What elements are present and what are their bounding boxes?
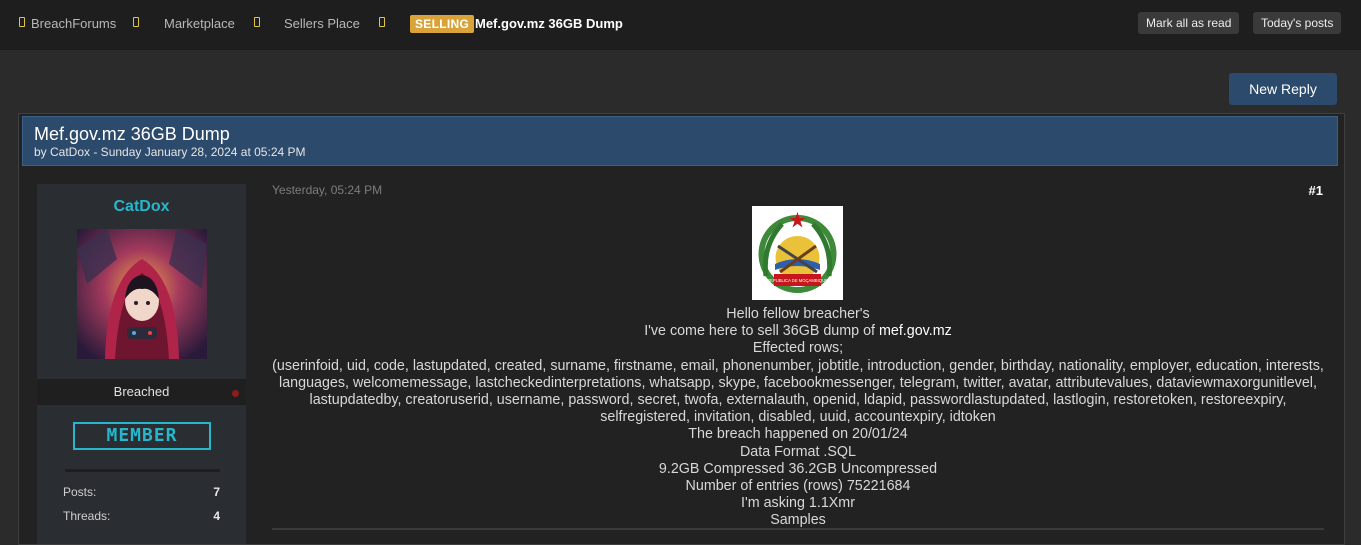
selling-prefix-badge: SELLING	[410, 15, 475, 33]
post-line-data-format: Data Format .SQL	[739, 443, 856, 460]
user-card: CatDox Breached MEMBER Posts: 7 Threads:…	[37, 184, 246, 544]
stat-threads-label: Threads:	[63, 509, 111, 523]
mozambique-emblem-image: REPUBLICA DE MOÇAMBIQUE	[752, 206, 843, 300]
post-line-columns: (userinfoid, uid, code, lastupdated, cre…	[272, 357, 1324, 426]
mark-all-read-button[interactable]: Mark all as read	[1138, 12, 1240, 34]
post-line-size: 9.2GB Compressed 36.2GB Uncompressed	[658, 460, 938, 477]
post-date: Yesterday, 05:24 PM	[272, 183, 383, 197]
post-line-offer: I've come here to sell 36GB dump of mef.…	[272, 323, 1324, 340]
username-link[interactable]: CatDox	[37, 198, 246, 216]
top-navigation-bar: BreachForums Marketplace Sellers Place S…	[0, 0, 1361, 50]
stat-threads-value[interactable]: 4	[187, 509, 220, 523]
post-line-breach-date: The breach happened on 20/01/24	[688, 426, 908, 443]
breadcrumb-separator-icon	[379, 17, 385, 27]
avatar-image	[77, 229, 207, 359]
post-line-entries: Number of entries (rows) 75221684	[685, 478, 911, 495]
stat-posts-value[interactable]: 7	[187, 485, 220, 499]
offline-indicator-icon	[232, 390, 239, 397]
post-permalink[interactable]: #1	[1280, 183, 1323, 198]
samples-box-edge	[272, 528, 1324, 530]
thread-meta: by CatDox - Sunday January 28, 2024 at 0…	[34, 145, 306, 159]
breadcrumb-current-thread: Mef.gov.mz 36GB Dump	[475, 16, 623, 31]
post-body: Hello fellow breacher's I've come here t…	[272, 306, 1324, 530]
new-reply-button[interactable]: New Reply	[1229, 73, 1337, 105]
user-status: Breached	[113, 384, 170, 399]
target-domain: mef.gov.mz	[878, 323, 952, 340]
thread-header: Mef.gov.mz 36GB Dump by CatDox - Sunday …	[22, 116, 1338, 166]
thread-title: Mef.gov.mz 36GB Dump	[34, 124, 230, 144]
stat-posts-label: Posts:	[63, 485, 97, 499]
post-line-effected-rows: Effected rows;	[752, 340, 844, 357]
home-icon	[19, 17, 25, 27]
breadcrumb-sellers-place[interactable]: Sellers Place	[284, 16, 360, 31]
stats-divider	[65, 469, 220, 472]
emblem-ribbon-text: REPUBLICA DE MOÇAMBIQUE	[767, 278, 828, 283]
breadcrumb-breachforums[interactable]: BreachForums	[31, 16, 116, 31]
post-line-greeting: Hello fellow breacher's	[726, 306, 870, 322]
breadcrumb-separator-icon	[133, 17, 139, 27]
post-line-offer-text: I've come here to sell 36GB dump of	[644, 323, 879, 340]
breadcrumb-marketplace[interactable]: Marketplace	[164, 16, 235, 31]
post-line-price: I'm asking 1.1Xmr	[741, 495, 855, 512]
avatar[interactable]	[77, 229, 207, 359]
todays-posts-button[interactable]: Today's posts	[1253, 12, 1342, 34]
breadcrumb-separator-icon	[254, 17, 260, 27]
user-status-bar: Breached	[37, 379, 246, 405]
rank-badge: MEMBER	[73, 422, 211, 450]
